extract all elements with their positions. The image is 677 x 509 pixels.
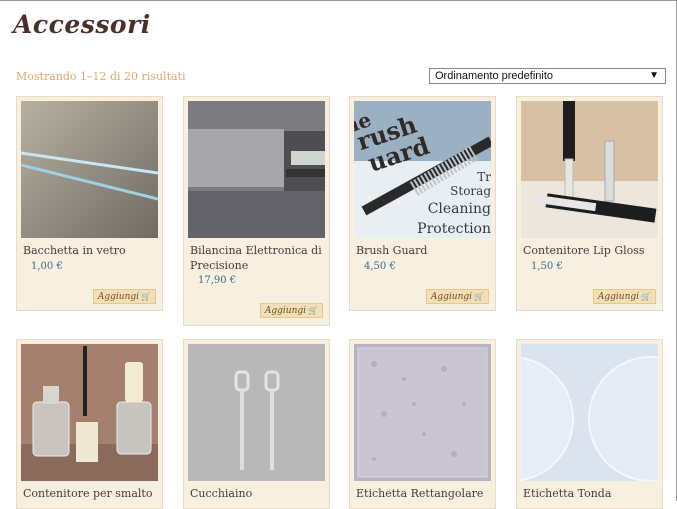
sort-select-value: Ordinamento predefinito — [435, 70, 554, 82]
product-name[interactable]: Bacchetta in vetro — [23, 243, 160, 258]
add-to-cart-label: Aggiungi — [597, 292, 640, 302]
spoon-image — [188, 344, 325, 481]
add-to-cart-button[interactable]: Aggiungi 🛒 — [425, 289, 489, 304]
cart-icon: 🛒 — [641, 292, 651, 301]
product-card[interactable]: Etichetta Rettangolare — [349, 339, 496, 509]
product-image[interactable] — [21, 344, 158, 481]
product-price: 1,50 € — [531, 261, 563, 272]
product-image[interactable] — [188, 101, 325, 238]
scale-image — [188, 101, 325, 238]
product-image[interactable]: he rush uard Tr Storag Cleaning Protecti… — [354, 101, 491, 238]
sort-select[interactable]: Ordinamento predefinito ▼ — [429, 68, 666, 84]
page-title: Accessori — [13, 10, 151, 39]
product-name[interactable]: Etichetta Tonda — [523, 486, 660, 501]
rectangular-label-image — [354, 344, 491, 481]
add-to-cart-label: Aggiungi — [97, 292, 140, 302]
product-card[interactable]: Bacchetta in vetro 1,00 € Aggiungi 🛒 — [16, 96, 163, 311]
add-to-cart-label: Aggiungi — [264, 306, 307, 316]
product-name[interactable]: Etichetta Rettangolare — [356, 486, 493, 501]
product-name[interactable]: Bilancina Elettronica di Precisione — [190, 243, 327, 273]
product-image[interactable] — [521, 344, 658, 481]
brush-guard-image: he rush uard Tr Storag Cleaning Protecti… — [354, 101, 491, 238]
product-card[interactable]: Etichetta Tonda — [516, 339, 663, 509]
cart-icon: 🛒 — [474, 292, 484, 301]
product-name[interactable]: Contenitore per smalto — [23, 486, 160, 501]
product-name[interactable]: Contenitore Lip Gloss — [523, 243, 660, 258]
result-count: Mostrando 1–12 di 20 risultati — [16, 70, 186, 83]
cart-icon: 🛒 — [141, 292, 151, 301]
product-price: 1,00 € — [31, 261, 63, 272]
product-image[interactable] — [188, 344, 325, 481]
frame-top-border — [0, 0, 677, 1]
brush-guard-text-4: Tr — [477, 170, 491, 184]
add-to-cart-button[interactable]: Aggiungi 🛒 — [92, 289, 156, 304]
add-to-cart-button[interactable]: Aggiungi 🛒 — [259, 303, 323, 318]
add-to-cart-label: Aggiungi — [430, 292, 473, 302]
product-image[interactable] — [354, 344, 491, 481]
cart-icon: 🛒 — [308, 306, 318, 315]
product-card[interactable]: Cucchiaino — [183, 339, 330, 509]
product-card[interactable]: he rush uard Tr Storag Cleaning Protecti… — [349, 96, 496, 311]
nail-polish-container-image — [21, 344, 158, 481]
product-card[interactable]: Bilancina Elettronica di Precisione 17,9… — [183, 96, 330, 326]
lip-gloss-container-image — [521, 101, 658, 238]
brush-guard-text-6: Cleaning — [428, 201, 491, 217]
product-card[interactable]: Contenitore per smalto — [16, 339, 163, 509]
add-to-cart-button[interactable]: Aggiungi 🛒 — [592, 289, 656, 304]
brush-guard-text-7: Protection — [417, 221, 491, 237]
product-name[interactable]: Cucchiaino — [190, 486, 327, 501]
brush-guard-text-5: Storag — [450, 184, 491, 198]
product-name[interactable]: Brush Guard — [356, 243, 493, 258]
round-label-image — [521, 344, 658, 481]
product-price: 4,50 € — [364, 261, 396, 272]
glass-rod-image — [21, 101, 158, 238]
product-card[interactable]: Contenitore Lip Gloss 1,50 € Aggiungi 🛒 — [516, 96, 663, 311]
dropdown-arrow-icon: ▼ — [649, 70, 659, 81]
product-image[interactable] — [21, 101, 158, 238]
product-price: 17,90 € — [198, 275, 237, 286]
product-image[interactable] — [521, 101, 658, 238]
